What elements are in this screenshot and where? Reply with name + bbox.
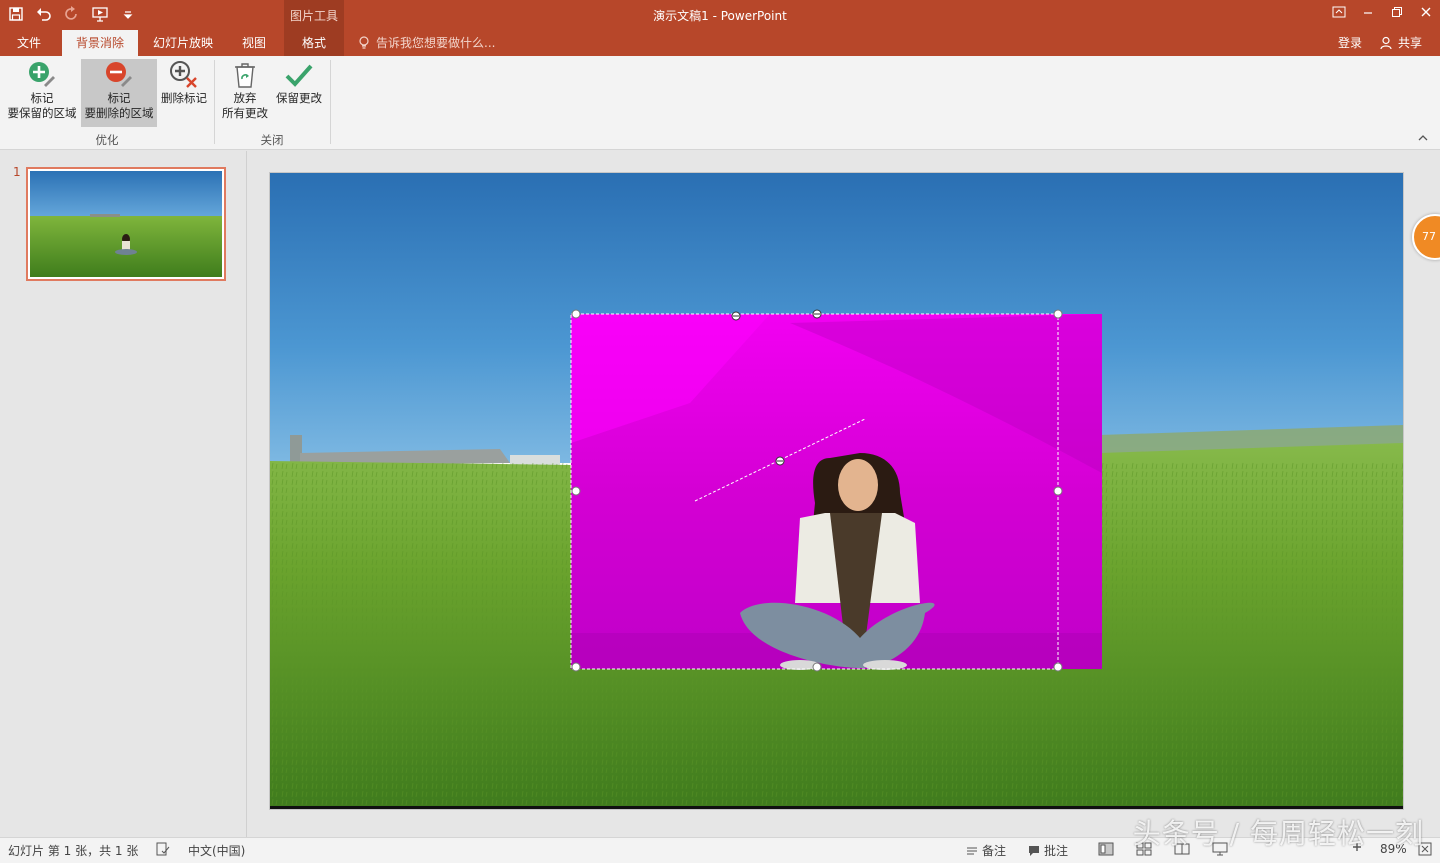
recycle-bin-icon — [229, 59, 261, 91]
start-from-beginning-icon[interactable] — [88, 3, 112, 25]
resize-handle — [1053, 662, 1063, 672]
customize-qat-icon[interactable] — [116, 3, 140, 25]
resize-handle — [571, 309, 581, 319]
window-title: 演示文稿1 - PowerPoint — [653, 9, 787, 23]
resize-handle — [571, 662, 581, 672]
slide-thumbnail[interactable] — [26, 167, 226, 281]
ribbon-tab-row: 文件 背景消除 幻灯片放映 视图 格式 告诉我您想要做什么... 登录 共享 — [0, 30, 1440, 56]
title-bar: 图片工具 演示文稿1 - PowerPoint — [0, 0, 1440, 56]
mark-areas-to-keep-button[interactable]: 标记 要保留的区域 — [4, 59, 80, 127]
notes-icon — [967, 847, 977, 854]
collapse-ribbon-icon[interactable] — [1418, 134, 1428, 145]
slide-picture[interactable] — [270, 173, 1403, 809]
language-indicator[interactable]: 中文(中国) — [188, 842, 245, 859]
checkmark-icon — [283, 59, 315, 91]
ribbon: 标记 要保留的区域 标记 要删除的区域 删除标记 优化 放弃 所有更改 保留更改… — [0, 56, 1440, 150]
slide-editing-area: 77 — [248, 151, 1440, 837]
keep-changes-button[interactable]: 保留更改 — [272, 59, 326, 127]
delete-mark-button[interactable]: 删除标记 — [158, 59, 210, 127]
resize-handle — [1053, 486, 1063, 496]
comments-button[interactable]: 批注 — [1028, 842, 1068, 859]
tell-me-placeholder: 告诉我您想要做什么... — [376, 36, 496, 50]
save-icon[interactable] — [4, 3, 28, 25]
comments-label: 批注 — [1044, 844, 1069, 858]
tab-view[interactable]: 视图 — [230, 30, 278, 56]
person-icon — [1380, 36, 1392, 50]
tell-me-box[interactable]: 告诉我您想要做什么... — [358, 30, 495, 56]
group-separator — [330, 60, 331, 144]
ribbon-display-icon[interactable] — [1324, 0, 1353, 24]
login-link[interactable]: 登录 — [1338, 30, 1362, 56]
window-controls — [1324, 0, 1440, 26]
resize-handle — [571, 486, 581, 496]
tab-format[interactable]: 格式 — [284, 30, 344, 56]
slide-number: 1 — [13, 165, 21, 179]
redo-icon[interactable] — [60, 3, 84, 25]
resize-handle — [1053, 309, 1063, 319]
notes-button[interactable]: 备注 — [966, 842, 1006, 859]
delete-mark-label: 删除标记 — [161, 91, 207, 105]
tab-background-removal[interactable]: 背景消除 — [62, 30, 138, 56]
delete-mark-icon — [168, 59, 200, 91]
keep-line1: 标记 — [30, 91, 54, 105]
watermark-text: 头条号 / 每周轻松一刻 — [1132, 817, 1424, 850]
group-separator — [214, 60, 215, 144]
notes-label: 备注 — [982, 844, 1007, 858]
minus-pencil-icon — [103, 59, 135, 91]
slide-count: 幻灯片 第 1 张，共 1 张 — [8, 844, 139, 858]
group-label-close: 关闭 — [260, 133, 284, 147]
share-button[interactable]: 共享 — [1380, 30, 1422, 56]
floating-assistant-bubble[interactable]: 77 — [1412, 214, 1440, 260]
slide-thumbnail-pane: 1 — [0, 151, 247, 837]
plus-pencil-icon — [26, 59, 58, 91]
discard-line1: 放弃 — [233, 91, 257, 105]
context-group-label: 图片工具 — [289, 9, 338, 23]
keep-changes-label: 保留更改 — [276, 91, 322, 105]
mark-areas-to-remove-button[interactable]: 标记 要删除的区域 — [81, 59, 157, 127]
group-label-refine: 优化 — [95, 133, 119, 147]
remove-line1: 标记 — [107, 91, 131, 105]
lightbulb-icon — [359, 36, 369, 49]
close-icon[interactable] — [1411, 0, 1440, 24]
remove-line2: 要删除的区域 — [84, 106, 154, 120]
normal-view-icon[interactable] — [1098, 842, 1114, 856]
tab-slideshow[interactable]: 幻灯片放映 — [146, 30, 220, 56]
slide-canvas[interactable] — [270, 173, 1403, 809]
discard-all-changes-button[interactable]: 放弃 所有更改 — [218, 59, 272, 127]
discard-line2: 所有更改 — [222, 106, 268, 120]
comment-icon — [1029, 845, 1039, 856]
minimize-icon[interactable] — [1353, 0, 1382, 24]
quick-access-toolbar — [4, 3, 140, 25]
spell-check-icon[interactable] — [156, 842, 170, 856]
tab-file[interactable]: 文件 — [6, 30, 52, 56]
resize-handle — [812, 662, 822, 672]
restore-icon[interactable] — [1382, 0, 1411, 24]
undo-icon[interactable] — [32, 3, 56, 25]
keep-line2: 要保留的区域 — [7, 106, 77, 120]
share-label: 共享 — [1397, 36, 1422, 50]
